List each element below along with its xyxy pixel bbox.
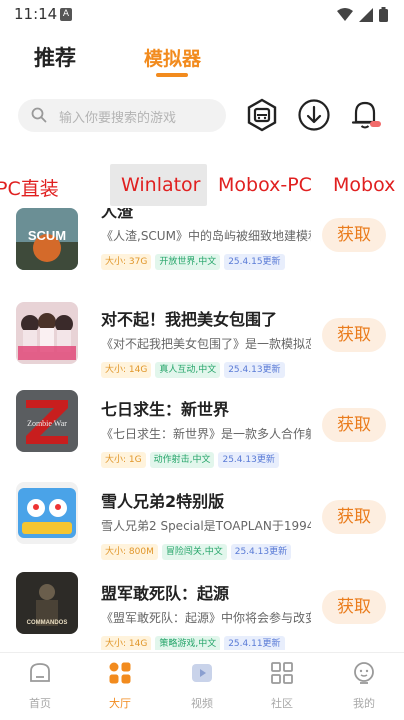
apps-grid-icon: [109, 662, 131, 684]
status-time: 11:14: [14, 5, 58, 23]
game-tags: 大小: 14G 策略游戏,中文 25.4.11更新: [101, 636, 285, 650]
home-icon: [30, 663, 50, 682]
genre-tag: 策略游戏,中文: [155, 636, 221, 650]
get-button[interactable]: 获取: [322, 318, 386, 352]
game-icon: Zombie War: [16, 390, 78, 452]
game-title: 雪人兄弟2特别版: [101, 492, 225, 511]
game-icon: COMMANDOS: [16, 572, 78, 634]
battery-icon: [379, 7, 388, 22]
genre-tag: 冒险闯关,中文: [161, 544, 227, 560]
bottom-navigation: 首页 大厅 视频 社区 我的: [0, 652, 404, 720]
game-list: SCUM 人渣 《人渣,SCUM》中的岛屿被细致地建模和… 大小: 37G 开放…: [0, 208, 404, 650]
game-title: 对不起！我把美女包围了: [101, 310, 278, 329]
status-indicators: [337, 7, 388, 22]
download-icon[interactable]: [297, 98, 331, 132]
video-play-icon: [192, 664, 212, 682]
size-tag: 大小: 37G: [101, 254, 152, 270]
notification-bell-icon[interactable]: [348, 98, 382, 132]
game-tags: 大小: 800M 冒险闯关,中文 25.4.13更新: [101, 544, 292, 560]
size-tag: 大小: 14G: [101, 636, 152, 650]
category-mobox[interactable]: Mobox: [333, 174, 395, 196]
nav-home[interactable]: 首页: [10, 661, 70, 711]
profile-face-icon: [354, 662, 374, 684]
game-description: 雪人兄弟2 Special是TOAPLAN于1994年…: [101, 519, 311, 533]
search-input[interactable]: 输入你要搜索的游戏: [18, 99, 226, 132]
active-tab-indicator: [156, 73, 188, 77]
game-icon: SCUM: [16, 208, 78, 270]
tab-emulator[interactable]: 模拟器: [144, 44, 201, 71]
game-icon: [16, 302, 78, 364]
game-description: 《七日求生：新世界》是一款多人合作射…: [101, 427, 311, 441]
list-item[interactable]: Zombie War 七日求生：新世界 《七日求生：新世界》是一款多人合作射… …: [0, 384, 404, 476]
nav-label: 大厅: [109, 697, 131, 710]
game-title: 七日求生：新世界: [101, 400, 230, 419]
category-pc-direct[interactable]: PC直装: [0, 174, 59, 201]
update-date-tag: 25.4.11更新: [224, 636, 285, 650]
size-tag: 大小: 14G: [101, 362, 152, 378]
wifi-icon: [337, 7, 353, 21]
game-title: 盟军敢死队：起源: [101, 584, 230, 603]
list-item[interactable]: 雪人兄弟2特别版 雪人兄弟2 Special是TOAPLAN于1994年… 大小…: [0, 476, 404, 568]
game-description: 《对不起我把美女包围了》是一款模拟恋…: [101, 337, 311, 351]
update-date-tag: 25.4.13更新: [230, 544, 292, 560]
search-placeholder: 输入你要搜索的游戏: [59, 111, 177, 126]
get-button[interactable]: 获取: [322, 590, 386, 624]
game-description: 《人渣,SCUM》中的岛屿被细致地建模和…: [101, 229, 311, 243]
nav-label: 首页: [29, 697, 51, 710]
game-tags: 大小: 1G 动作射击,中文 25.4.13更新: [101, 452, 279, 468]
get-button[interactable]: 获取: [322, 408, 386, 442]
game-icon-label: SCUM: [28, 228, 66, 243]
nav-hall[interactable]: 大厅: [90, 661, 150, 711]
community-grid-icon: [271, 662, 293, 684]
update-date-tag: 25.4.15更新: [224, 254, 285, 270]
category-winlator[interactable]: Winlator: [121, 174, 201, 196]
search-icon: [31, 107, 47, 123]
update-date-tag: 25.4.13更新: [224, 362, 285, 378]
category-strip: PC直装 Winlator Mobox-PC Mobox: [0, 162, 404, 208]
list-item[interactable]: SCUM 人渣 《人渣,SCUM》中的岛屿被细致地建模和… 大小: 37G 开放…: [0, 208, 404, 292]
nav-label: 社区: [271, 697, 293, 710]
list-item[interactable]: 对不起！我把美女包围了 《对不起我把美女包围了》是一款模拟恋… 大小: 14G …: [0, 292, 404, 384]
nav-community[interactable]: 社区: [252, 661, 312, 711]
tab-recommend[interactable]: 推荐: [34, 42, 76, 72]
genre-tag: 开放世界,中文: [155, 254, 221, 270]
size-tag: 大小: 1G: [101, 452, 146, 468]
signal-icon: [359, 7, 373, 22]
game-console-icon[interactable]: [245, 98, 279, 132]
nav-profile[interactable]: 我的: [334, 661, 394, 711]
nav-label: 我的: [353, 697, 375, 710]
nav-video[interactable]: 视频: [172, 661, 232, 711]
get-button[interactable]: 获取: [322, 218, 386, 252]
update-date-tag: 25.4.13更新: [218, 452, 279, 468]
game-title: 人渣: [101, 208, 134, 221]
get-button[interactable]: 获取: [322, 500, 386, 534]
nav-label: 视频: [191, 697, 213, 710]
category-mobox-pc[interactable]: Mobox-PC: [218, 174, 312, 196]
game-icon-label: COMMANDOS: [27, 620, 68, 626]
app-notification-icon: A: [60, 8, 72, 21]
status-bar: 11:14 A: [0, 0, 404, 30]
genre-tag: 动作射击,中文: [149, 452, 215, 468]
game-icon-label: Zombie War: [27, 419, 67, 428]
game-tags: 大小: 14G 真人互动,中文 25.4.13更新: [101, 362, 285, 378]
size-tag: 大小: 800M: [101, 544, 158, 560]
genre-tag: 真人互动,中文: [155, 362, 221, 378]
game-tags: 大小: 37G 开放世界,中文 25.4.15更新: [101, 254, 285, 270]
list-item[interactable]: COMMANDOS 盟军敢死队：起源 《盟军敢死队：起源》中你将会参与改变… 大…: [0, 568, 404, 650]
game-icon: [16, 482, 78, 544]
game-description: 《盟军敢死队：起源》中你将会参与改变…: [101, 611, 311, 625]
